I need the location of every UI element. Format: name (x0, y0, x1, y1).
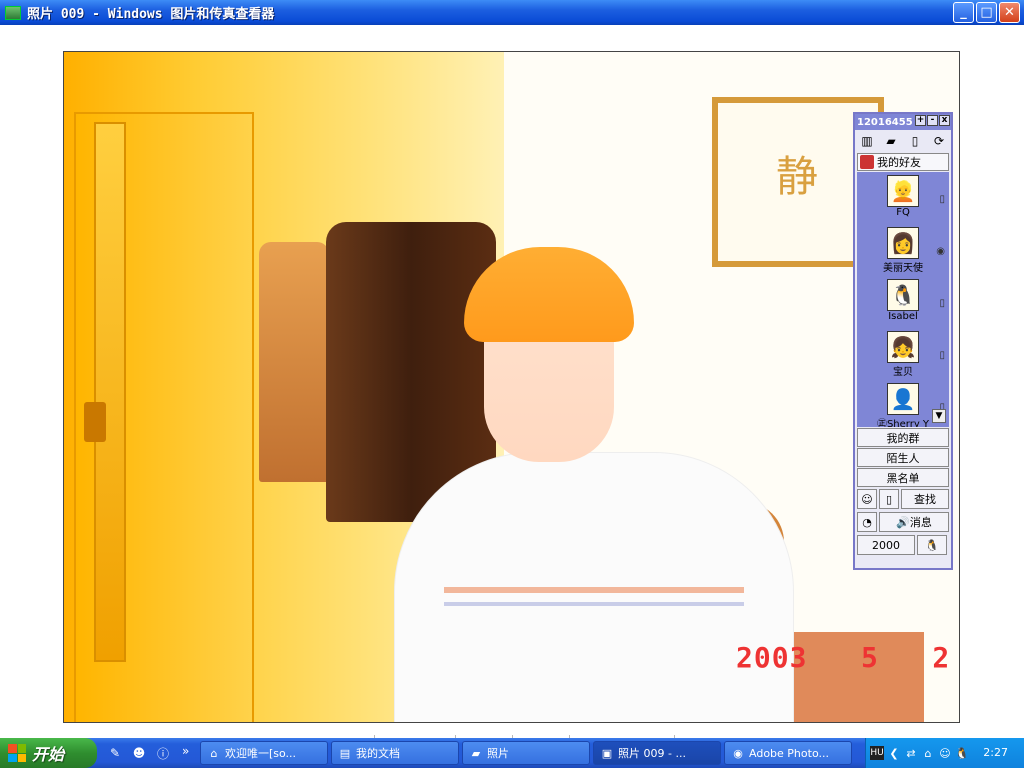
quick-launch-chevron[interactable]: » (182, 744, 189, 758)
qq-search-button[interactable]: 查找 (901, 489, 949, 509)
photo-date-stamp: 2003 5 2 (736, 641, 951, 674)
input-method-icon[interactable]: HU (870, 746, 884, 760)
speaker-icon: 🔊 (896, 515, 910, 529)
friend-name: 美丽天使 (883, 263, 923, 274)
task-buttons: ⌂ 欢迎唯一[so... ▤ 我的文档 ▰ 照片 ▣ 照片 009 - ... … (200, 741, 852, 765)
qq-message-row: ◔ 🔊 消息 (857, 511, 949, 533)
qq-messages-button[interactable]: 🔊 消息 (879, 512, 949, 532)
user-tray-icon[interactable]: ☺ (938, 746, 952, 760)
home-tray-icon[interactable]: ⌂ (921, 746, 935, 760)
messages-label: 消息 (909, 516, 932, 529)
home-icon: ⌂ (210, 746, 218, 760)
scroll-down-icon[interactable]: ▼ (932, 409, 946, 423)
start-button[interactable]: 开始 (0, 738, 97, 768)
clock[interactable]: 2:27 (983, 746, 1008, 759)
qq-friend-item[interactable]: 👱 FQ ▯ (857, 172, 949, 224)
quick-launch: ✎ ☻ ⓘ (106, 744, 172, 762)
qq-blacklist[interactable]: 黑名单 (857, 468, 949, 487)
window-title: 照片 009 - Windows 图片和传真查看器 (27, 7, 275, 22)
qq-my-group[interactable]: 我的群 (857, 428, 949, 447)
info-icon[interactable]: ⓘ (154, 744, 172, 762)
folder-icon: ▰ (471, 746, 481, 760)
chat-icon[interactable]: ☺ (857, 489, 877, 509)
friend-avatar: 👱 (887, 175, 919, 207)
quicklaunch-icon[interactable]: ✎ (106, 744, 124, 762)
qq-action-row: ☺ ▯ 查找 (857, 488, 949, 510)
mobile-status-icon: ▯ (939, 298, 945, 309)
photo-shirt-stripe (444, 587, 744, 593)
photo-door-glass (94, 122, 126, 662)
window-titlebar[interactable]: 照片 009 - Windows 图片和传真查看器 _ □ ✕ (0, 0, 1024, 25)
task-label: Adobe Photo... (749, 746, 829, 760)
friends-group-icon (860, 155, 874, 169)
task-label: 照片 (487, 747, 509, 760)
qq-friend-item[interactable]: 👧 宝贝 ▯ (857, 328, 949, 380)
friend-avatar: 👧 (887, 331, 919, 363)
mobile-status-icon: ▯ (939, 194, 945, 205)
qq-my-friends-header[interactable]: 我的好友 (857, 153, 949, 171)
task-button[interactable]: ▤ 我的文档 (331, 741, 459, 765)
qq-friend-list[interactable]: 👱 FQ ▯ 👩 美丽天使 ◉ 🐧 Isabel ▯ 👧 宝贝 ▯ 👤 ㊣She… (857, 172, 949, 427)
friend-name: 宝贝 (893, 367, 913, 378)
mobile-status-icon: ▯ (939, 350, 945, 361)
qq-main-menu-button[interactable]: 2000 (857, 535, 915, 555)
close-button[interactable]: ✕ (999, 2, 1020, 23)
search-label: 查找 (914, 493, 936, 506)
photoshop-icon: ◉ (733, 746, 743, 760)
qq-my-friends-label: 我的好友 (877, 156, 921, 169)
qq-friend-item[interactable]: 👩 美丽天使 ◉ (857, 224, 949, 276)
photo-shirt-stripe (444, 602, 744, 606)
qq-toolbar: ▥ ▰ ▯ ⟳ (855, 130, 951, 152)
qq-titlebar[interactable]: 12016455 + - x (855, 114, 951, 130)
camera-status-icon: ◉ (936, 246, 945, 257)
qq-penguin-icon[interactable]: 🐧 (917, 535, 947, 555)
task-label: 我的文档 (356, 747, 400, 760)
qq-version-label: 2000 (872, 538, 900, 552)
task-button[interactable]: ◉ Adobe Photo... (724, 741, 852, 765)
qq-tray-icon[interactable]: 🐧 (955, 746, 969, 760)
picture-viewer-icon (5, 5, 21, 20)
friend-name: ㊣Sherry Y (876, 419, 930, 427)
qq-friend-item[interactable]: 🐧 Isabel ▯ (857, 276, 949, 328)
qq-pin-button[interactable]: + (915, 115, 926, 126)
tray-expand-icon[interactable]: ❮ (887, 746, 901, 760)
qq-number: 12016455 (857, 116, 913, 128)
friend-avatar: 🐧 (887, 279, 919, 311)
task-label: 照片 009 - ... (618, 747, 686, 760)
friend-avatar: 👩 (887, 227, 919, 259)
documents-icon: ▤ (339, 746, 351, 760)
photo-display[interactable]: 静 2003 5 2 (63, 51, 960, 723)
mobile-icon[interactable]: ▯ (879, 489, 899, 509)
friend-name: FQ (896, 207, 910, 218)
quicklaunch-icon[interactable]: ☻ (130, 744, 148, 762)
task-button[interactable]: ▰ 照片 (462, 741, 590, 765)
network-icon[interactable]: ⇄ (904, 746, 918, 760)
friend-name: Isabel (888, 311, 918, 322)
calligraphy-character: 静 (776, 152, 819, 201)
qq-panel[interactable]: 12016455 + - x ▥ ▰ ▯ ⟳ 我的好友 👱 FQ ▯ 👩 美丽天… (853, 112, 953, 570)
qq-strangers[interactable]: 陌生人 (857, 448, 949, 467)
taskbar: 开始 ✎ ☻ ⓘ » ⌂ 欢迎唯一[so... ▤ 我的文档 ▰ 照片 ▣ 照片… (0, 738, 1024, 768)
picture-viewer-icon: ▣ (601, 746, 613, 760)
task-button-active[interactable]: ▣ 照片 009 - ... (593, 741, 721, 765)
qq-bottom-row: 2000 🐧 (857, 534, 949, 556)
system-tray: HU ❮ ⇄ ⌂ ☺ 🐧 2:27 (865, 738, 1024, 768)
folder-icon[interactable]: ▰ (883, 133, 899, 149)
mobile-icon[interactable]: ▯ (907, 133, 923, 149)
photo-door-handle (84, 402, 106, 442)
refresh-icon[interactable]: ⟳ (931, 133, 947, 149)
qq-menu-icon[interactable]: ◔ (857, 512, 877, 532)
friend-avatar: 👤 (887, 383, 919, 415)
qq-minimize-button[interactable]: - (927, 115, 938, 126)
photo-coat-beige (259, 242, 329, 482)
windows-logo-icon (8, 744, 26, 762)
qq-close-button[interactable]: x (939, 115, 950, 126)
minimize-button[interactable]: _ (953, 2, 974, 23)
task-button[interactable]: ⌂ 欢迎唯一[so... (200, 741, 328, 765)
chart-icon[interactable]: ▥ (859, 133, 875, 149)
task-label: 欢迎唯一[so... (225, 747, 297, 760)
maximize-button[interactable]: □ (976, 2, 997, 23)
start-label: 开始 (32, 745, 65, 764)
